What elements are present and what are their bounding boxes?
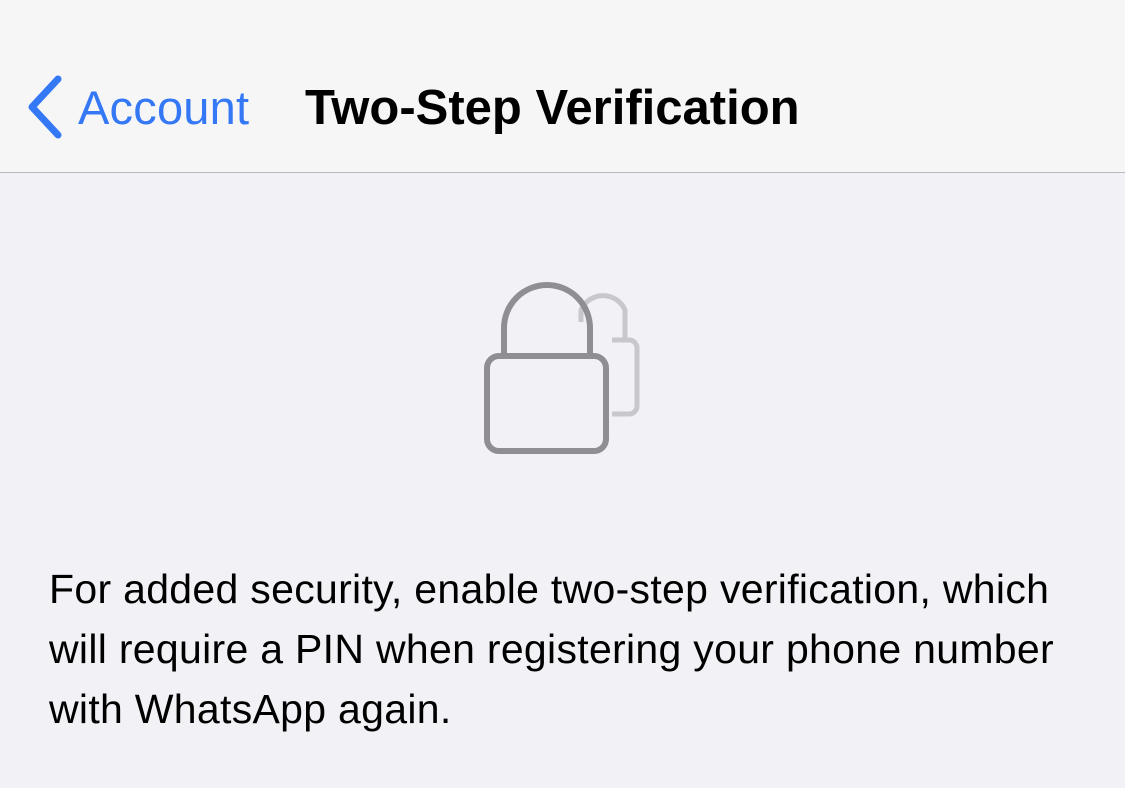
navigation-bar: Account Two-Step Verification	[0, 0, 1125, 173]
chevron-left-icon	[28, 75, 62, 139]
description-text: For added security, enable two-step veri…	[49, 566, 1054, 732]
back-button-label: Account	[78, 80, 250, 134]
padlock-icon	[484, 282, 640, 454]
main-content: For added security, enable two-step veri…	[0, 174, 1125, 788]
page-title: Two-Step Verification	[305, 81, 800, 135]
back-button[interactable]: Account	[24, 72, 249, 142]
